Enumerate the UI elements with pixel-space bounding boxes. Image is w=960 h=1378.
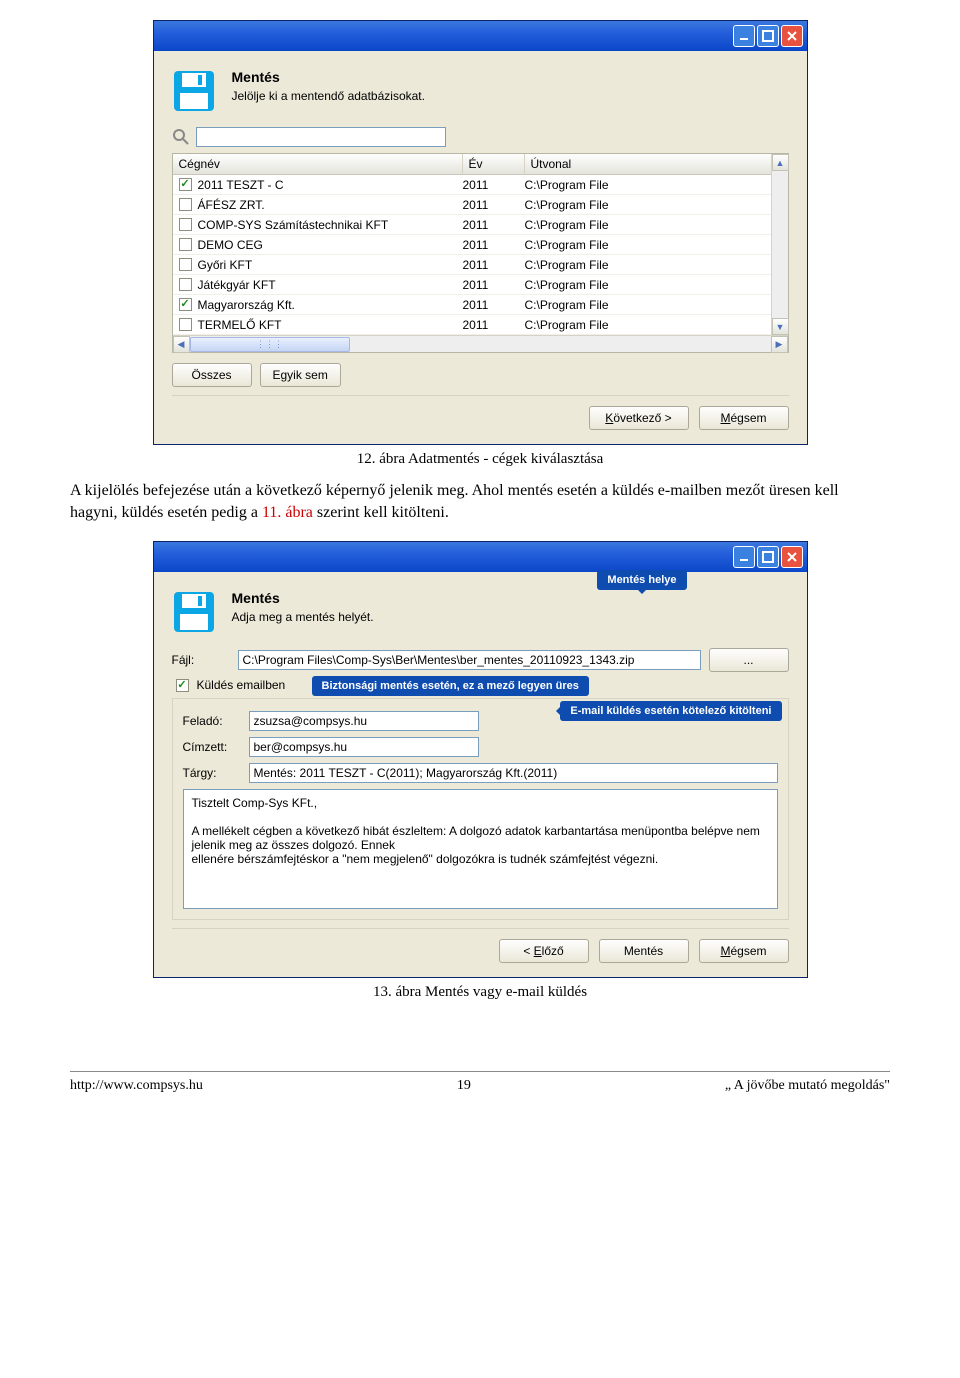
row-checkbox[interactable]: ✓ [179, 178, 192, 191]
titlebar[interactable] [154, 21, 807, 51]
from-input[interactable] [249, 711, 479, 731]
maximize-button[interactable] [757, 25, 779, 47]
minimize-button[interactable] [733, 546, 755, 568]
scroll-left-icon[interactable]: ◀ [173, 336, 190, 353]
row-path: C:\Program File [525, 298, 788, 312]
browse-button[interactable]: ... [709, 648, 789, 672]
table-row[interactable]: Játékgyár KFT 2011C:\Program File [173, 275, 788, 295]
row-name: DEMO CEG [198, 238, 263, 252]
page-footer: http://www.compsys.hu 19 „ A jövőbe muta… [70, 1071, 890, 1110]
row-name: Magyarország Kft. [198, 298, 295, 312]
dialog-title: Mentés [232, 590, 374, 606]
message-textarea[interactable]: Tisztelt Comp-Sys KFt., A mellékelt cégb… [183, 789, 778, 909]
to-input[interactable] [249, 737, 479, 757]
callout-security: Biztonsági mentés esetén, ez a mező legy… [312, 676, 589, 696]
row-path: C:\Program File [525, 238, 788, 252]
row-checkbox[interactable] [179, 258, 192, 271]
dialog-title: Mentés [232, 69, 425, 85]
figure-caption-12: 12. ábra Adatmentés - cégek kiválasztása [70, 451, 890, 468]
callout-email-required: E-mail küldés esetén kötelező kitölteni [560, 701, 781, 721]
to-label: Címzett: [183, 740, 241, 754]
row-year: 2011 [463, 238, 525, 252]
company-grid: Cégnév Év Útvonal ✓2011 TESZT - C2011C:\… [172, 153, 789, 353]
dialog-subtitle: Adja meg a mentés helyét. [232, 610, 374, 624]
table-row[interactable]: ÁFÉSZ ZRT. 2011C:\Program File [173, 195, 788, 215]
row-name: Játékgyár KFT [198, 278, 276, 292]
close-button[interactable] [781, 25, 803, 47]
select-all-button[interactable]: Összes [172, 363, 252, 387]
floppy-icon [172, 590, 216, 634]
scroll-down-icon[interactable]: ▼ [772, 318, 789, 335]
scroll-right-icon[interactable]: ▶ [771, 336, 788, 353]
dialog-save-location: Mentés helye Mentés Adja meg a mentés he… [153, 541, 808, 978]
table-row[interactable]: TERMELŐ KFT 2011C:\Program File [173, 315, 788, 335]
row-checkbox[interactable]: ✓ [179, 298, 192, 311]
row-year: 2011 [463, 318, 525, 332]
row-path: C:\Program File [525, 318, 788, 332]
table-row[interactable]: DEMO CEG 2011C:\Program File [173, 235, 788, 255]
titlebar[interactable] [154, 542, 807, 572]
figure-caption-13: 13. ábra Mentés vagy e-mail küldés [70, 984, 890, 1001]
row-year: 2011 [463, 218, 525, 232]
search-input[interactable] [196, 127, 446, 147]
subject-label: Tárgy: [183, 766, 241, 780]
row-name: TERMELŐ KFT [198, 318, 282, 332]
cancel-button[interactable]: Mégsem [699, 939, 789, 963]
row-year: 2011 [463, 178, 525, 192]
row-path: C:\Program File [525, 218, 788, 232]
col-path[interactable]: Útvonal [525, 154, 788, 174]
row-path: C:\Program File [525, 178, 788, 192]
table-row[interactable]: Győri KFT 2011C:\Program File [173, 255, 788, 275]
footer-slogan: „ A jövőbe mutató megoldás" [725, 1078, 890, 1094]
vertical-scrollbar[interactable]: ▲ ▼ [771, 154, 788, 335]
row-name: 2011 TESZT - C [198, 178, 284, 192]
scroll-up-icon[interactable]: ▲ [772, 154, 789, 171]
select-none-button[interactable]: Egyik sem [260, 363, 341, 387]
from-label: Feladó: [183, 714, 241, 728]
row-name: ÁFÉSZ ZRT. [198, 198, 265, 212]
email-panel: E-mail küldés esetén kötelező kitölteni … [172, 698, 789, 920]
file-label: Fájl: [172, 653, 230, 667]
col-year[interactable]: Év [463, 154, 525, 174]
row-checkbox[interactable] [179, 218, 192, 231]
row-year: 2011 [463, 298, 525, 312]
minimize-button[interactable] [733, 25, 755, 47]
col-company[interactable]: Cégnév [173, 154, 463, 174]
row-year: 2011 [463, 258, 525, 272]
search-icon [172, 128, 190, 146]
table-row[interactable]: ✓ Magyarország Kft. 2011C:\Program File [173, 295, 788, 315]
row-checkbox[interactable] [179, 238, 192, 251]
next-button[interactable]: Következő > [589, 406, 689, 430]
table-row[interactable]: ✓ 2011 TESZT - C 2011C:\Program File [173, 175, 788, 195]
row-name: COMP-SYS Számítástechnikai KFT [198, 218, 389, 232]
row-path: C:\Program File [525, 278, 788, 292]
cancel-button[interactable]: Mégsem [699, 406, 789, 430]
send-email-checkbox[interactable]: ✓ [176, 679, 189, 692]
floppy-icon [172, 69, 216, 113]
row-checkbox[interactable] [179, 198, 192, 211]
file-path-input[interactable] [238, 650, 701, 670]
dialog-save-select: Mentés Jelölje ki a mentendő adatbázisok… [153, 20, 808, 445]
table-row[interactable]: COMP-SYS Számítástechnikai KFT 2011C:\Pro… [173, 215, 788, 235]
horizontal-scrollbar[interactable]: ◀ ⋮⋮⋮ ▶ [173, 335, 788, 352]
prev-button[interactable]: < Előző [499, 939, 589, 963]
subject-input[interactable] [249, 763, 778, 783]
page-number: 19 [457, 1078, 471, 1094]
dialog-subtitle: Jelölje ki a mentendő adatbázisokat. [232, 89, 425, 103]
row-name: Győri KFT [198, 258, 253, 272]
body-paragraph: A kijelölés befejezése után a következő … [70, 480, 890, 523]
footer-url: http://www.compsys.hu [70, 1078, 203, 1094]
callout-save-location: Mentés helye [597, 570, 686, 590]
maximize-button[interactable] [757, 546, 779, 568]
row-year: 2011 [463, 198, 525, 212]
row-year: 2011 [463, 278, 525, 292]
close-button[interactable] [781, 546, 803, 568]
send-email-label: Küldés emailben [197, 678, 286, 692]
row-path: C:\Program File [525, 198, 788, 212]
save-button[interactable]: Mentés [599, 939, 689, 963]
row-path: C:\Program File [525, 258, 788, 272]
row-checkbox[interactable] [179, 278, 192, 291]
row-checkbox[interactable] [179, 318, 192, 331]
scroll-thumb[interactable]: ⋮⋮⋮ [190, 337, 350, 352]
